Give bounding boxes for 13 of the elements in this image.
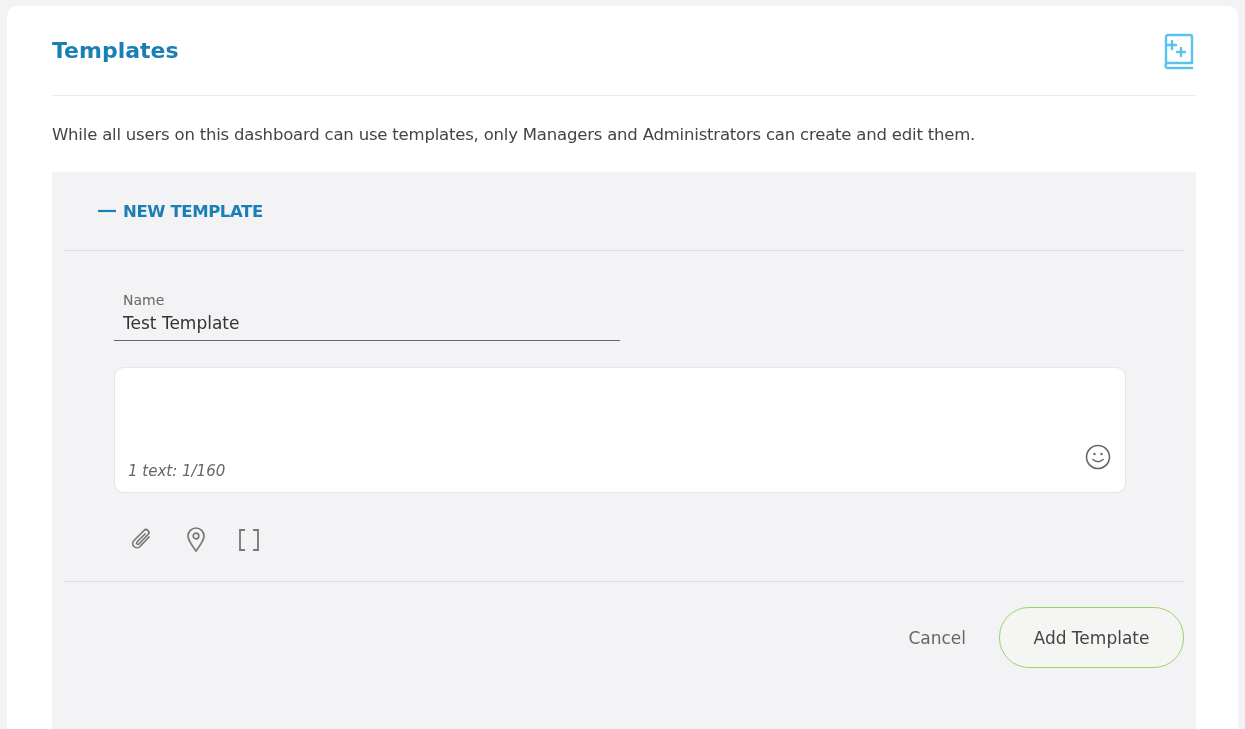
- add-template-button[interactable]: Add Template: [999, 607, 1184, 668]
- page-title: Templates: [52, 38, 179, 63]
- name-field[interactable]: Name Test Template: [114, 288, 620, 341]
- field-label: Name: [123, 292, 166, 308]
- emoji-icon[interactable]: [1085, 444, 1111, 470]
- message-field[interactable]: 1 text: 1/160: [114, 367, 1126, 493]
- cancel-button[interactable]: Cancel: [908, 627, 966, 648]
- field-value: Test Template: [123, 313, 241, 333]
- character-counter: 1 text: 1/160: [128, 462, 226, 480]
- location-pin-icon[interactable]: [186, 527, 206, 553]
- brackets-icon[interactable]: [238, 528, 260, 552]
- new-template-toggle[interactable]: NEW TEMPLATE: [64, 172, 263, 250]
- description-text: While all users on this dashboard can use templates, only Managers and Administrators can create and edit them.: [52, 125, 977, 144]
